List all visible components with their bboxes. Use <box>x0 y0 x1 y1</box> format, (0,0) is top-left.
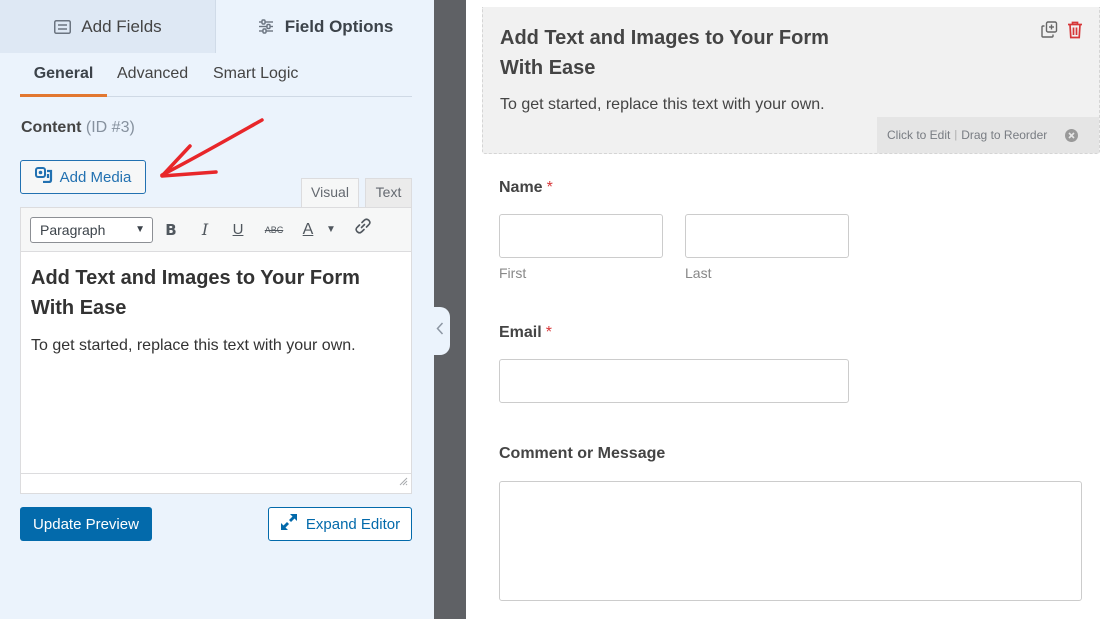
underline-button[interactable]: U <box>229 217 247 243</box>
editor-heading: Add Text and Images to Your Form With Ea… <box>31 267 360 319</box>
close-circle-icon[interactable] <box>1065 128 1079 142</box>
drag-to-reorder-label: Drag to Reorder <box>961 128 1048 142</box>
link-icon <box>354 218 372 239</box>
resize-handle-icon[interactable] <box>398 473 408 491</box>
form-preview: Add Text and Images to Your Form With Ea… <box>466 0 1116 619</box>
text-color-dropdown-icon[interactable]: ▼ <box>325 217 337 243</box>
sub-tabs: General Advanced Smart Logic <box>20 53 412 97</box>
media-icon <box>34 167 53 187</box>
update-preview-button[interactable]: Update Preview <box>20 507 152 541</box>
list-icon <box>53 18 71 36</box>
editor-statusbar <box>21 473 411 493</box>
content-block-title: Add Text and Images to Your Form With Ea… <box>500 27 829 79</box>
name-label-text: Name <box>499 179 543 196</box>
add-media-button[interactable]: Add Media <box>20 160 146 194</box>
email-field-label: Email * <box>499 324 552 342</box>
trash-icon[interactable] <box>1067 21 1083 39</box>
content-field-id: (ID #3) <box>85 119 135 136</box>
tab-field-options-label: Field Options <box>284 16 394 36</box>
content-block-text: To get started, replace this text with y… <box>500 96 825 113</box>
sliders-icon <box>257 18 275 36</box>
content-field-preview[interactable]: Add Text and Images to Your Form With Ea… <box>482 7 1100 154</box>
tab-add-fields[interactable]: Add Fields <box>0 0 216 53</box>
expand-editor-button[interactable]: Expand Editor <box>268 507 412 541</box>
editor-paragraph: To get started, replace this text with y… <box>31 337 356 354</box>
add-media-label: Add Media <box>59 168 132 186</box>
strikethrough-button[interactable]: ABC <box>261 217 287 243</box>
italic-button[interactable]: I <box>196 217 214 243</box>
tab-add-fields-label: Add Fields <box>81 16 162 36</box>
text-color-button[interactable]: A <box>297 217 319 243</box>
editor-tab-text[interactable]: Text <box>365 178 412 207</box>
email-label-text: Email <box>499 324 542 341</box>
chevron-left-icon <box>436 322 444 340</box>
sub-tab-advanced[interactable]: Advanced <box>117 53 188 97</box>
content-editor[interactable]: Paragraph ▼ B I U ABC A ▼ Add Text and I… <box>20 207 412 494</box>
format-select-value: Paragraph <box>40 222 106 238</box>
content-label-text: Content <box>21 119 82 136</box>
bold-button[interactable]: B <box>162 217 180 243</box>
last-name-sublabel: Last <box>685 265 712 281</box>
expand-editor-label: Expand Editor <box>305 515 401 533</box>
comment-field-label: Comment or Message <box>499 445 666 462</box>
sub-tab-smart-logic[interactable]: Smart Logic <box>213 53 298 97</box>
name-field-label: Name * <box>499 179 553 197</box>
chevron-down-icon: ▼ <box>135 224 145 235</box>
field-options-panel: Add Fields Field Options General Advance… <box>0 0 434 619</box>
click-to-edit-label: Click to Edit <box>887 128 951 142</box>
required-marker: * <box>545 324 552 341</box>
duplicate-icon[interactable] <box>1041 21 1058 39</box>
first-name-input[interactable] <box>499 214 663 258</box>
format-select[interactable]: Paragraph ▼ <box>30 217 153 243</box>
sub-tab-general[interactable]: General <box>20 53 107 97</box>
link-button[interactable] <box>351 217 375 243</box>
required-marker: * <box>546 179 553 196</box>
annotation-arrow-icon <box>160 118 264 178</box>
expand-icon <box>280 513 298 535</box>
comment-textarea[interactable] <box>499 481 1082 601</box>
editor-tab-visual[interactable]: Visual <box>301 178 359 208</box>
field-actions <box>1041 21 1083 39</box>
reorder-separator: | <box>954 129 958 141</box>
email-input[interactable] <box>499 359 849 403</box>
collapse-panel-button[interactable] <box>430 307 450 355</box>
editor-body[interactable]: Add Text and Images to Your Form With Ea… <box>31 263 401 356</box>
tab-field-options[interactable]: Field Options <box>216 0 434 53</box>
last-name-input[interactable] <box>685 214 849 258</box>
content-field-label: Content (ID #3) <box>21 119 135 137</box>
panel-tabs: Add Fields Field Options <box>0 0 434 53</box>
first-name-sublabel: First <box>499 265 527 281</box>
editor-toolbar: Paragraph ▼ B I U ABC A ▼ <box>21 208 411 252</box>
click-drag-bar[interactable]: Click to Edit | Drag to Reorder <box>877 117 1099 153</box>
